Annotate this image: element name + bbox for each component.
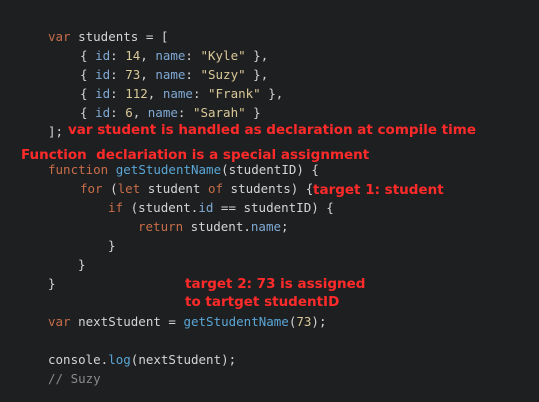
- code-comment: // Suzy: [48, 371, 101, 386]
- number-literal: 73: [125, 67, 141, 82]
- code-text: ];: [48, 124, 64, 139]
- property-key: id: [95, 86, 111, 101]
- code-text: }: [108, 238, 116, 253]
- code-text: == studentID) {: [213, 200, 334, 215]
- keyword: of: [207, 181, 224, 196]
- code-line-9: if (student.id == studentID) {: [108, 198, 334, 217]
- code-text: :: [110, 86, 126, 101]
- code-text: },: [245, 48, 269, 63]
- code-line-6: ];: [48, 122, 63, 141]
- code-text: :: [185, 48, 201, 63]
- code-text: students = [: [70, 29, 169, 44]
- annotation-target-2-line-1: target 2: 73 is assigned: [185, 276, 366, 292]
- keyword: var: [48, 314, 71, 329]
- function-name: getStudentName: [108, 162, 222, 177]
- property-key: id: [95, 48, 111, 63]
- keyword: for: [80, 181, 103, 196]
- property-key: name: [155, 67, 186, 82]
- code-line-15: console.log(nextStudent);: [48, 350, 236, 369]
- code-line-11: }: [108, 236, 116, 255]
- function-name: log: [108, 352, 131, 367]
- code-text: (: [102, 181, 118, 196]
- code-line-10: return student.name;: [138, 217, 289, 236]
- number-literal: 112: [125, 86, 148, 101]
- code-text: :: [192, 86, 208, 101]
- string-literal: "Suzy": [200, 67, 246, 82]
- annotation-target-1: target 1: student: [313, 182, 444, 198]
- keyword: if: [108, 200, 124, 215]
- number-literal: 14: [125, 48, 141, 63]
- code-text: ,: [132, 105, 148, 120]
- property-key: name: [250, 219, 281, 234]
- code-line-1: var students = [: [48, 27, 168, 46]
- code-text: :: [110, 105, 126, 120]
- string-literal: "Kyle": [200, 48, 246, 63]
- code-text: },: [245, 67, 269, 82]
- code-text: },: [260, 86, 284, 101]
- code-text: (studentID) {: [221, 162, 319, 177]
- code-text: students) {: [223, 181, 314, 196]
- code-line-13: }: [48, 274, 56, 293]
- code-line-8: for (let student of students) {: [80, 179, 313, 198]
- code-line-4: { id: 112, name: "Frank" },: [80, 84, 283, 103]
- code-text: ,: [140, 67, 156, 82]
- code-line-12: }: [78, 255, 86, 274]
- code-text: :: [110, 48, 126, 63]
- code-text: }: [245, 105, 261, 120]
- keyword: var: [48, 29, 71, 44]
- code-text: {: [80, 48, 96, 63]
- keyword: function: [48, 162, 109, 177]
- code-text: {: [80, 67, 96, 82]
- code-text: (nextStudent);: [130, 352, 237, 367]
- function-name: getStudentName: [183, 314, 289, 329]
- code-text: }: [78, 257, 86, 272]
- code-line-7: function getStudentName(studentID) {: [48, 160, 319, 179]
- code-line-14: var nextStudent = getStudentName(73);: [48, 312, 326, 331]
- code-line-2: { id: 14, name: "Kyle" },: [80, 46, 268, 65]
- string-literal: "Sarah": [192, 105, 246, 120]
- property-key: name: [155, 48, 186, 63]
- code-text: console.: [48, 352, 109, 367]
- code-text: :: [110, 67, 126, 82]
- code-editor: var students = [ { id: 14, name: "Kyle" …: [0, 0, 539, 402]
- property-key: id: [198, 200, 214, 215]
- property-key: name: [162, 86, 193, 101]
- code-text: :: [177, 105, 193, 120]
- code-line-5: { id: 6, name: "Sarah" }: [80, 103, 261, 122]
- keyword: return: [138, 219, 184, 234]
- annotation-compile-time: var student is handled as declaration at…: [68, 122, 476, 138]
- keyword: let: [117, 181, 141, 196]
- string-literal: "Frank": [208, 86, 261, 101]
- code-text: ,: [140, 48, 156, 63]
- code-text: {: [80, 86, 96, 101]
- property-key: id: [95, 105, 111, 120]
- code-line-16: // Suzy: [48, 369, 101, 388]
- code-text: ;: [281, 219, 289, 234]
- code-text: ,: [147, 86, 163, 101]
- code-text: (student.: [123, 200, 199, 215]
- code-text: nextStudent =: [70, 314, 184, 329]
- number-literal: 6: [125, 105, 133, 120]
- code-text: {: [80, 105, 96, 120]
- property-key: name: [147, 105, 178, 120]
- code-line-3: { id: 73, name: "Suzy" },: [80, 65, 268, 84]
- code-text: student.: [183, 219, 251, 234]
- code-text: );: [311, 314, 327, 329]
- code-text: }: [48, 276, 56, 291]
- property-key: id: [95, 67, 111, 82]
- code-text: :: [185, 67, 201, 82]
- number-literal: 73: [296, 314, 312, 329]
- annotation-target-2-line-2: to tartget studentID: [185, 294, 340, 310]
- code-text: student: [140, 181, 208, 196]
